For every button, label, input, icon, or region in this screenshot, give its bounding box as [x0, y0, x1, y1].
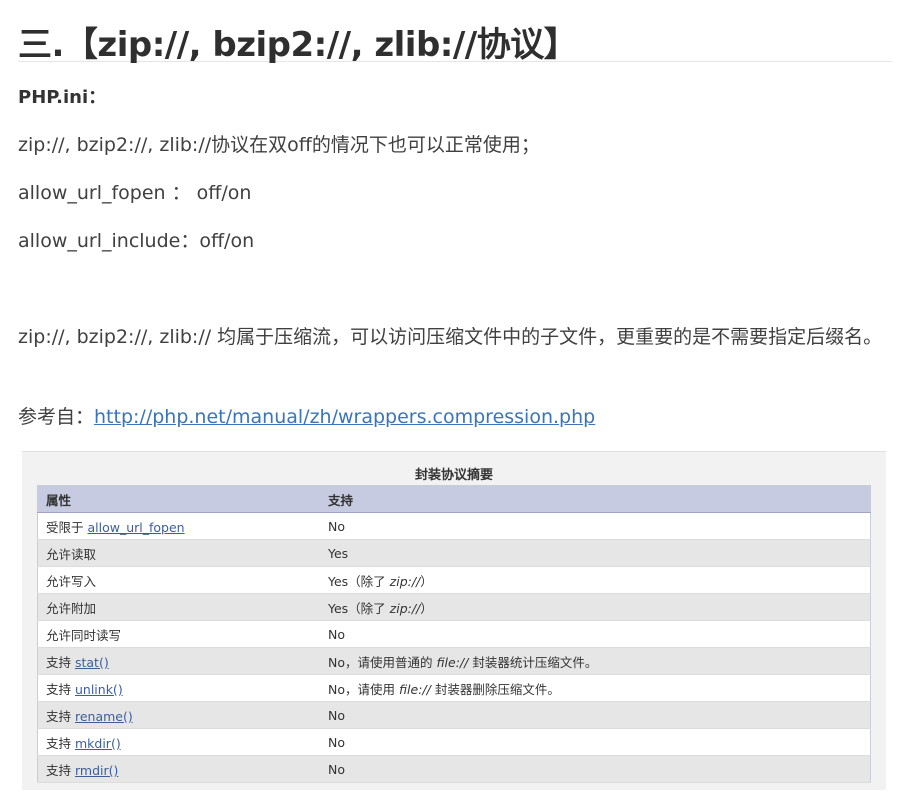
support-value: No	[328, 761, 345, 777]
attribute-link[interactable]: rmdir()	[75, 763, 118, 778]
table-header-row: 属性 支持	[37, 485, 871, 513]
attribute-text: 支持	[46, 681, 75, 697]
support-value: No，请使用	[328, 681, 399, 697]
support-value: No	[328, 518, 345, 534]
wrapper-summary-figure: 封装协议摘要 属性 支持 受限于 allow_url_fopen No 允许读取 Ye…	[22, 451, 886, 790]
attribute-link[interactable]: unlink()	[75, 682, 123, 697]
cell-attribute: 支持 rename()	[37, 701, 320, 729]
wrapper-summary-table: 属性 支持 受限于 allow_url_fopen No 允许读取 Yes 允许写入 Ye…	[37, 485, 871, 783]
attribute-text: 受限于	[46, 519, 88, 535]
cell-attribute: 允许读取	[37, 539, 320, 567]
table-row: 支持 unlink() No，请使用 file:// 封装器删除压缩文件。	[37, 674, 871, 702]
cell-support: Yes	[320, 539, 871, 567]
support-protocol: file://	[436, 654, 469, 670]
header-support: 支持	[320, 485, 871, 513]
cell-support: No	[320, 755, 871, 783]
support-protocol: zip://	[389, 600, 421, 616]
support-protocol: zip://	[389, 573, 421, 589]
table-caption: 封装协议摘要	[414, 468, 493, 483]
attribute-text: 支持	[46, 762, 75, 778]
support-value: No	[328, 626, 345, 642]
section-heading: 三.【zip://, bzip2://, zlib://协议】	[18, 0, 892, 65]
reference-prefix: 参考自：	[18, 406, 95, 428]
cell-attribute: 受限于 allow_url_fopen	[37, 512, 320, 540]
support-note: ）	[420, 600, 433, 616]
paragraph-normal-use: zip://, bzip2://, zlib://协议在双off的情况下也可以正…	[18, 134, 540, 156]
support-value: Yes（除了	[328, 573, 390, 589]
table-row: 支持 rmdir() No	[37, 755, 871, 783]
table-row: 允许同时读写 No	[37, 620, 871, 648]
paragraph-allow-url-fopen: allow_url_fopen ： off/on	[18, 182, 252, 204]
table-row: 受限于 allow_url_fopen No	[37, 512, 871, 540]
attribute-text: 允许同时读写	[46, 627, 122, 643]
attribute-link[interactable]: rename()	[75, 709, 133, 724]
support-note: 封装器删除压缩文件。	[430, 681, 560, 697]
attribute-text: 允许附加	[46, 600, 97, 616]
cell-attribute: 允许附加	[37, 593, 320, 621]
cell-support: Yes（除了 zip://）	[320, 593, 871, 621]
table-row: 允许写入 Yes（除了 zip://）	[37, 566, 871, 594]
paragraph-reference: 参考自：http://php.net/manual/zh/wrappers.co…	[18, 401, 595, 433]
table-row: 支持 rename() No	[37, 701, 871, 729]
attribute-text: 支持	[46, 708, 75, 724]
support-value: Yes	[328, 545, 349, 561]
table-row: 允许附加 Yes（除了 zip://）	[37, 593, 871, 621]
reference-link[interactable]: http://php.net/manual/zh/wrappers.compre…	[94, 406, 595, 428]
attribute-text: 支持	[46, 735, 75, 751]
cell-attribute: 允许写入	[37, 566, 320, 594]
cell-attribute: 支持 rmdir()	[37, 755, 320, 783]
support-value: No	[328, 707, 345, 723]
cell-support: No	[320, 701, 871, 729]
support-value: Yes（除了	[328, 600, 390, 616]
support-note: ）	[420, 573, 433, 589]
php-ini-label: PHP.ini：	[18, 87, 107, 108]
table-row: 支持 stat() No，请使用普通的 file:// 封装器统计压缩文件。	[37, 647, 871, 675]
table-body: 受限于 allow_url_fopen No 允许读取 Yes 允许写入 Yes（除了 z…	[37, 512, 871, 783]
cell-support: No，请使用普通的 file:// 封装器统计压缩文件。	[320, 647, 871, 675]
support-value: No，请使用普通的	[328, 654, 437, 670]
attribute-link[interactable]: mkdir()	[75, 736, 121, 751]
attribute-link[interactable]: stat()	[75, 655, 109, 670]
attribute-text: 支持	[46, 654, 75, 670]
paragraph-allow-url-include: allow_url_include：off/on	[18, 230, 255, 252]
header-attribute: 属性	[37, 485, 320, 513]
cell-support: No	[320, 512, 871, 540]
cell-support: Yes（除了 zip://）	[320, 566, 871, 594]
cell-attribute: 支持 stat()	[37, 647, 320, 675]
cell-attribute: 支持 mkdir()	[37, 728, 320, 756]
cell-attribute: 允许同时读写	[37, 620, 320, 648]
cell-support: No	[320, 620, 871, 648]
support-note: 封装器统计压缩文件。	[468, 654, 598, 670]
attribute-text: 允许读取	[46, 546, 97, 562]
paragraph-description: zip://, bzip2://, zlib:// 均属于压缩流，可以访问压缩文…	[18, 326, 883, 348]
table-row: 允许读取 Yes	[37, 539, 871, 567]
cell-attribute: 支持 unlink()	[37, 674, 320, 702]
support-protocol: file://	[398, 681, 431, 697]
article: 三.【zip://, bzip2://, zlib://协议】 PHP.ini：…	[18, 0, 892, 428]
cell-support: No	[320, 728, 871, 756]
table-row: 支持 mkdir() No	[37, 728, 871, 756]
cell-support: No，请使用 file:// 封装器删除压缩文件。	[320, 674, 871, 702]
support-value: No	[328, 734, 345, 750]
attribute-text: 允许写入	[46, 573, 97, 589]
attribute-link[interactable]: allow_url_fopen	[87, 520, 184, 535]
